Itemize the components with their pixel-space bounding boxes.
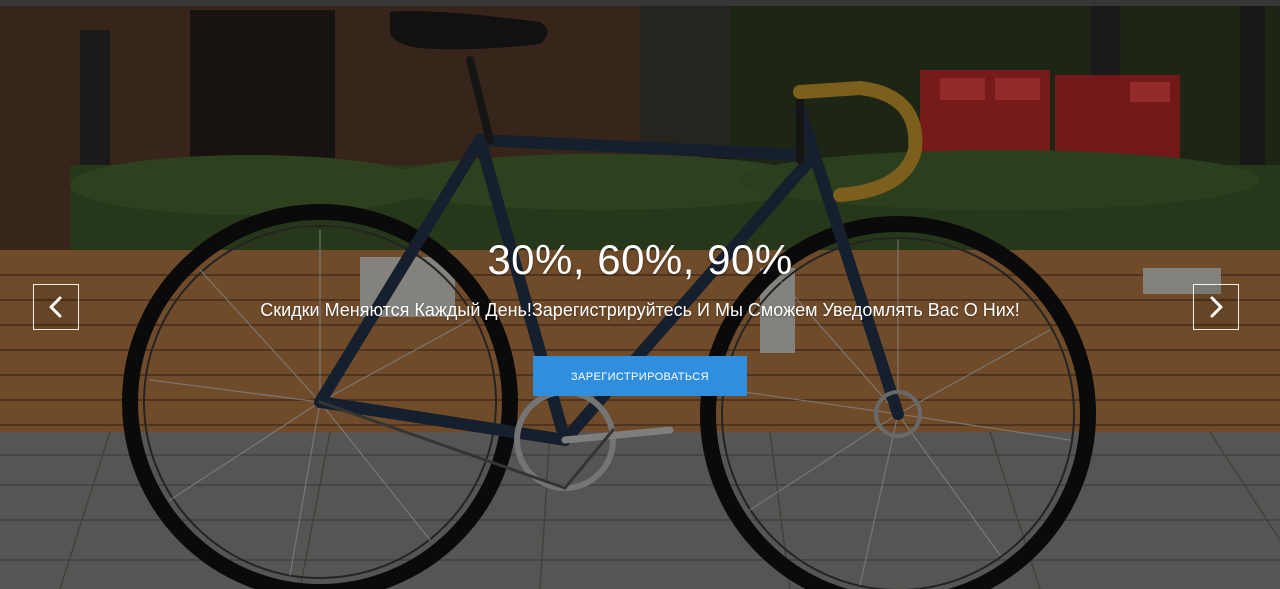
carousel-prev-button[interactable] bbox=[33, 284, 79, 330]
hero-carousel: 30%, 60%, 90% Скидки Меняются Каждый Ден… bbox=[0, 0, 1280, 589]
chevron-left-icon bbox=[49, 296, 62, 318]
carousel-next-button[interactable] bbox=[1193, 284, 1239, 330]
slide-caption: 30%, 60%, 90% Скидки Меняются Каждый Ден… bbox=[0, 232, 1280, 396]
slide-headline: 30%, 60%, 90% bbox=[487, 236, 793, 283]
chevron-right-icon bbox=[1210, 296, 1223, 318]
top-strip bbox=[0, 0, 1280, 6]
slide-subheadline: Скидки Меняются Каждый День!Зарегистриру… bbox=[260, 300, 1020, 320]
register-button[interactable]: ЗАРЕГИСТРИРОВАТЬСЯ bbox=[533, 356, 747, 396]
